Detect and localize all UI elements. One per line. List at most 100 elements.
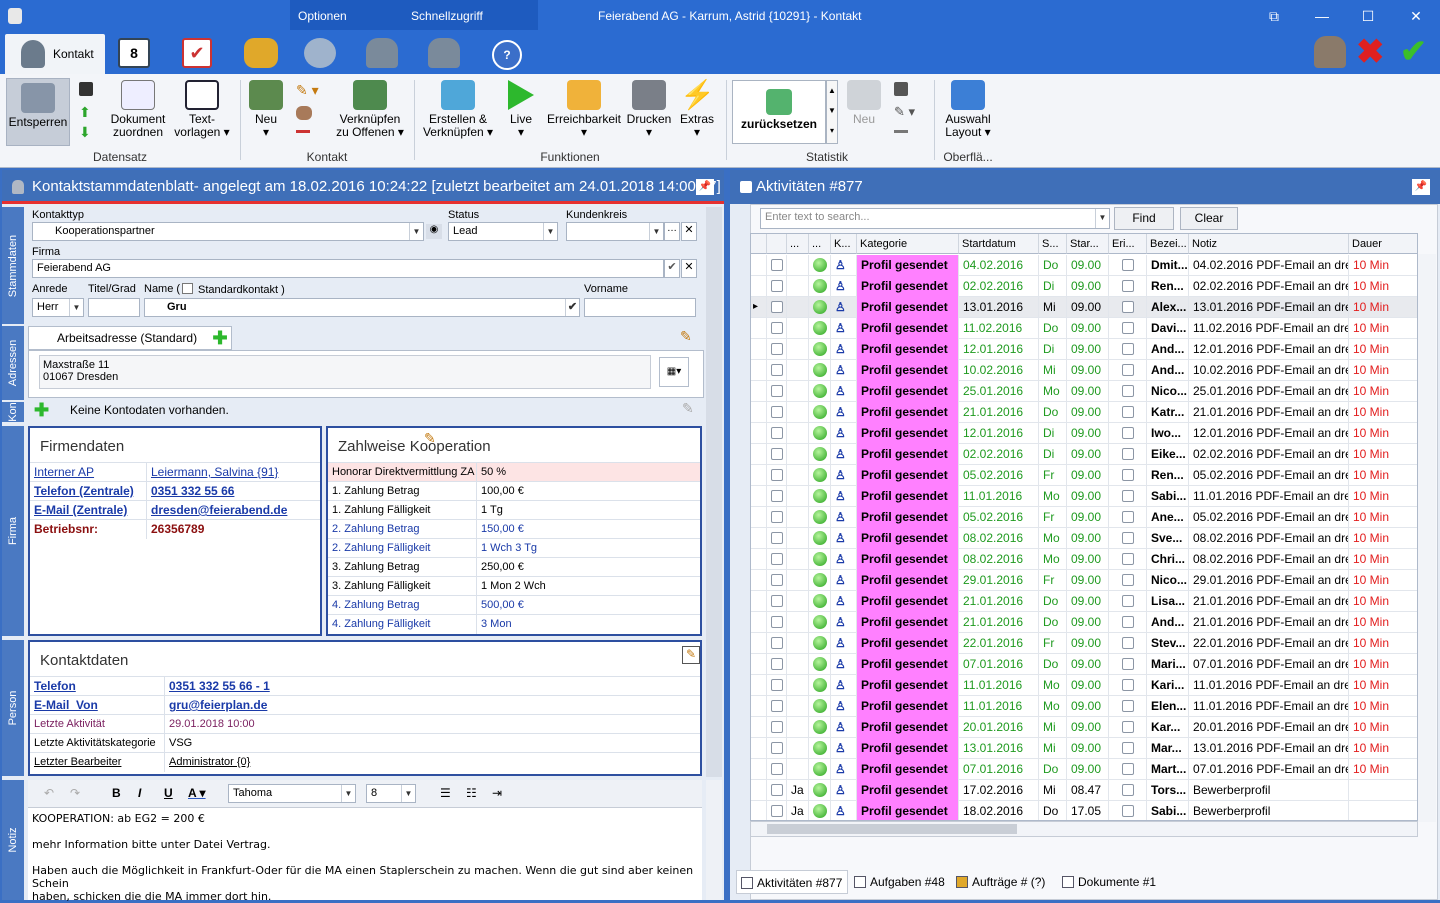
erinnerung-cell[interactable] [1109,381,1147,402]
table-row[interactable]: ♙ Profil gesendet 07.01.2016 Do 09.00 Mari...… [751,654,1417,675]
category-cell[interactable]: Profil gesendet [857,675,959,696]
weekday-cell[interactable]: Do [1039,759,1067,780]
checkbox[interactable] [1121,595,1134,607]
grid-header-cell[interactable]: ... [787,234,809,254]
notiz-cell[interactable]: 11.02.2016 PDF-Email an dre... [1189,318,1349,339]
checkbox[interactable] [770,616,783,628]
erinnerung-cell[interactable] [1109,591,1147,612]
category-cell[interactable]: Profil gesendet [857,444,959,465]
notiz-cell[interactable]: Bewerberprofil [1189,801,1349,820]
starttime-cell[interactable]: 09.00 [1067,402,1109,423]
zahlweise-value[interactable]: 1 Mon 2 Wch [476,577,700,596]
table-row[interactable]: ♙ Profil gesendet 02.02.2016 Di 09.00 Eike...… [751,444,1417,465]
dauer-cell[interactable]: 10 Min [1349,717,1417,738]
weekday-cell[interactable]: Do [1039,801,1067,820]
checkbox[interactable] [770,532,783,544]
starttime-cell[interactable]: 09.00 [1067,696,1109,717]
search-input[interactable]: Enter text to search... ▼ [760,208,1110,229]
weekday-cell[interactable]: Mi [1039,717,1067,738]
dauer-cell[interactable]: 10 Min [1349,528,1417,549]
startdatum-cell[interactable]: 11.01.2016 [959,486,1039,507]
notiz-cell[interactable]: 21.01.2016 PDF-Email an dre... [1189,402,1349,423]
bezeichnung-cell[interactable]: Sve... [1147,528,1189,549]
checkbox[interactable] [1121,553,1134,565]
editor-scrollbar[interactable] [706,780,722,900]
bezeichnung-cell[interactable]: Mari... [1147,654,1189,675]
ja-cell[interactable] [787,360,809,381]
startdatum-cell[interactable]: 05.02.2016 [959,507,1039,528]
startdatum-cell[interactable]: 11.02.2016 [959,318,1039,339]
address-tab[interactable]: Arbeitsadresse (Standard) [28,326,232,350]
checkbox-cell[interactable] [767,591,787,612]
ja-cell[interactable] [787,465,809,486]
dauer-cell[interactable]: 10 Min [1349,738,1417,759]
starttime-cell[interactable]: 09.00 [1067,486,1109,507]
neu-disabled-button[interactable]: Neu [846,80,882,126]
starttime-cell[interactable]: 09.00 [1067,591,1109,612]
table-row[interactable]: ♙ Profil gesendet 25.01.2016 Mo 09.00 Nico...… [751,381,1417,402]
starttime-cell[interactable]: 09.00 [1067,633,1109,654]
zuruecksetzen-button[interactable]: zurücksetzen [732,80,826,144]
starttime-cell[interactable]: 09.00 [1067,465,1109,486]
weekday-cell[interactable]: Mo [1039,486,1067,507]
erinnerung-cell[interactable] [1109,549,1147,570]
category-cell[interactable]: Profil gesendet [857,402,959,423]
notiz-cell[interactable]: 21.01.2016 PDF-Email an dre... [1189,591,1349,612]
notiz-cell[interactable]: 04.02.2016 PDF-Email an dre... [1189,255,1349,276]
ja-cell[interactable] [787,612,809,633]
notiz-cell[interactable]: 07.01.2016 PDF-Email an dre... [1189,654,1349,675]
checkbox-cell[interactable] [767,633,787,654]
weekday-cell[interactable]: Mi [1039,780,1067,801]
starttime-cell[interactable]: 09.00 [1067,570,1109,591]
standardkontakt-checkbox[interactable] [182,283,193,294]
weekday-cell[interactable]: Fr [1039,465,1067,486]
bullet-list-icon[interactable]: ☰ [440,786,451,800]
checkbox[interactable] [1121,637,1134,649]
extras-button[interactable]: ⚡ Extras ▾ [676,80,718,139]
remove-icon[interactable] [296,130,310,133]
dauer-cell[interactable]: 10 Min [1349,381,1417,402]
verknuepfen-button[interactable]: Verknüpfen zu Offenen ▾ [334,80,406,139]
zahlweise-value[interactable]: 500,00 € [476,596,700,615]
category-cell[interactable]: Profil gesendet [857,486,959,507]
notiz-cell[interactable]: 13.01.2016 PDF-Email an dre... [1189,297,1349,318]
dauer-cell[interactable]: 10 Min [1349,360,1417,381]
startdatum-cell[interactable]: 29.01.2016 [959,570,1039,591]
checkbox[interactable] [1121,427,1134,439]
erinnerung-cell[interactable] [1109,801,1147,820]
table-row[interactable]: ♙ Profil gesendet 05.02.2016 Fr 09.00 Ane... 0… [751,507,1417,528]
checkbox[interactable] [1121,574,1134,586]
dauer-cell[interactable]: 10 Min [1349,276,1417,297]
dauer-cell[interactable]: 10 Min [1349,759,1417,780]
dokument-zuordnen-button[interactable]: Dokument zuordnen [108,80,168,139]
checkbox-cell[interactable] [767,780,787,801]
grid-header-cell[interactable]: ... [809,234,831,254]
pencil-icon[interactable]: ✎ ▾ [296,82,319,99]
bottom-tab[interactable]: Aufgaben #48 [850,870,946,894]
indent-icon[interactable]: ⇥ [492,786,502,800]
erinnerung-cell[interactable] [1109,675,1147,696]
notiz-cell[interactable]: 11.01.2016 PDF-Email an dre... [1189,675,1349,696]
ja-cell[interactable] [787,318,809,339]
table-row[interactable]: ♙ Profil gesendet 11.01.2016 Mo 09.00 Kari...… [751,675,1417,696]
firma-key[interactable]: E-Mail (Zentrale) [34,501,142,520]
checkbox[interactable] [770,301,783,313]
startdatum-cell[interactable]: 18.02.2016 [959,801,1039,820]
ja-cell[interactable] [787,591,809,612]
checkbox-cell[interactable] [767,255,787,276]
pencil-icon[interactable]: ✎ ▾ [894,104,915,120]
erinnerung-cell[interactable] [1109,507,1147,528]
checkbox[interactable] [770,259,783,271]
bezeichnung-cell[interactable]: Elen... [1147,696,1189,717]
clear-icon[interactable]: ✕ [681,222,697,241]
grid-header-cell[interactable]: Star... [1067,234,1109,254]
dauer-cell[interactable]: 10 Min [1349,339,1417,360]
notiz-cell[interactable]: 11.01.2016 PDF-Email an dre... [1189,486,1349,507]
erinnerung-cell[interactable] [1109,255,1147,276]
weekday-cell[interactable]: Mo [1039,528,1067,549]
bezeichnung-cell[interactable]: Alex... [1147,297,1189,318]
erinnerung-cell[interactable] [1109,318,1147,339]
startdatum-cell[interactable]: 21.01.2016 [959,591,1039,612]
dauer-cell[interactable]: 10 Min [1349,507,1417,528]
dauer-cell[interactable]: 10 Min [1349,654,1417,675]
